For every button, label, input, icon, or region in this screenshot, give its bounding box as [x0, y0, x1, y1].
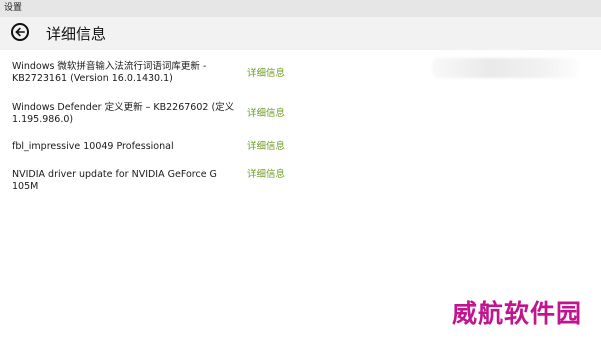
update-name: Windows 微软拼音输入法流行词语词库更新 - KB2723161 (Ver…	[12, 61, 207, 84]
page-header: 详细信息	[0, 17, 601, 50]
update-name: NVIDIA driver update for NVIDIA GeForce …	[12, 169, 217, 192]
update-name: fbl_impressive 10049 Professional	[12, 141, 174, 152]
update-name: Windows Defender 定义更新 – KB2267602 (定义 1.…	[12, 102, 235, 125]
details-link[interactable]: 详细信息	[247, 169, 285, 181]
page-title: 详细信息	[46, 25, 107, 43]
update-item: Windows 微软拼音输入法流行词语词库更新 - KB2723161 (Ver…	[12, 61, 302, 89]
title-bar: 设置	[0, 0, 601, 17]
blurred-region	[432, 58, 578, 78]
details-link[interactable]: 详细信息	[247, 141, 285, 153]
back-arrow-circle-icon	[15, 27, 25, 37]
window-title: 设置	[4, 3, 23, 13]
watermark: 威航软件园	[452, 299, 583, 328]
update-item: Windows Defender 定义更新 – KB2267602 (定义 1.…	[12, 102, 302, 130]
update-item: fbl_impressive 10049 Professional 详细信息	[12, 141, 302, 155]
details-link[interactable]: 详细信息	[247, 68, 285, 80]
update-item: NVIDIA driver update for NVIDIA GeForce …	[12, 169, 302, 192]
details-link[interactable]: 详细信息	[247, 108, 285, 120]
settings-window: 设置 详细信息 Windows 微软拼音输入法流行词语词库更新 - KB2723…	[0, 0, 601, 338]
back-button[interactable]	[11, 23, 29, 41]
